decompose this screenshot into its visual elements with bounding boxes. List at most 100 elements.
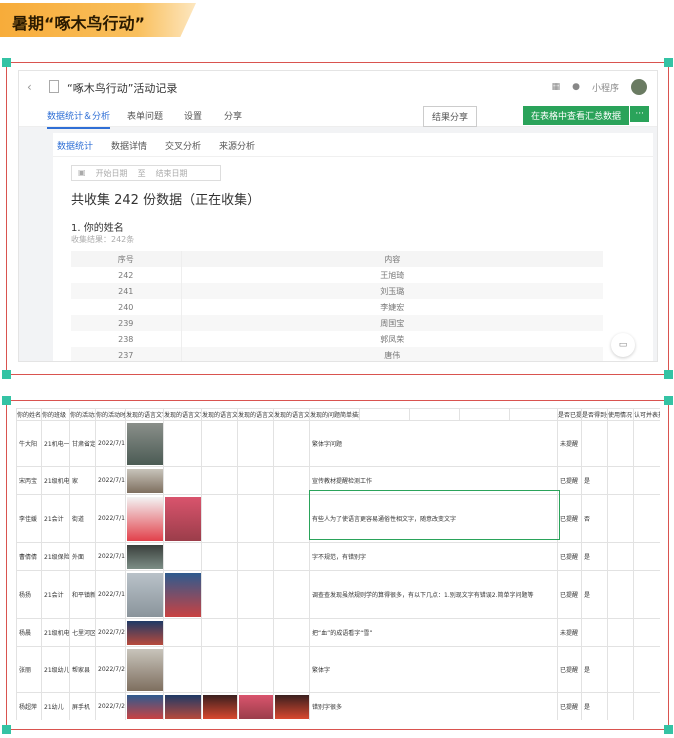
cell-name[interactable]: 李佳媛 [16,494,42,543]
cell-photo[interactable] [163,420,202,467]
cell-name[interactable]: 宋丙宝 [16,466,42,495]
photo-thumbnail[interactable] [127,620,163,645]
date-range-picker[interactable]: ▣ 开始日期 至 结束日期 [71,165,221,181]
cell-praise[interactable] [633,618,660,647]
cell-photo[interactable] [125,570,164,619]
resize-handle[interactable] [664,58,673,67]
more-button[interactable]: ··· [630,106,649,122]
cell-usage[interactable] [607,692,634,720]
tab-share[interactable]: 分享 [224,109,242,122]
cell-photo[interactable] [125,646,164,693]
cell-usage[interactable] [607,542,634,571]
cell-date[interactable]: 2022/7/18 [95,570,126,619]
chat-icon[interactable]: ● [572,82,580,92]
cell-photo[interactable] [273,494,310,543]
resize-handle[interactable] [664,370,673,379]
cell-reminded[interactable]: 已提醒 [557,466,582,495]
resize-handle[interactable] [2,58,11,67]
cell-praise[interactable] [633,466,660,495]
cell-photo[interactable] [237,494,274,543]
resize-handle[interactable] [2,396,11,405]
tab-form-questions[interactable]: 表单问题 [127,109,163,122]
mini-program-link[interactable]: 小程序 [592,81,619,94]
cell-description[interactable]: 字不规范，有错别字 [309,542,558,571]
cell-class[interactable]: 21会计 [41,570,70,619]
cell-handled[interactable]: 是 [581,542,608,571]
photo-thumbnail[interactable] [165,496,201,541]
photo-thumbnail[interactable] [165,694,201,719]
cell-photo[interactable] [201,494,238,543]
feedback-icon[interactable]: ▭ [611,333,635,357]
cell-reminded[interactable]: 已提醒 [557,542,582,571]
cell-place[interactable]: 和平镇新街 [69,570,96,619]
cell-photo[interactable] [237,692,274,720]
cell-name[interactable]: 张丽 [16,646,42,693]
cell-photo[interactable] [273,692,310,720]
cell-description[interactable]: 错别字很多 [309,692,558,720]
cell-usage[interactable] [607,466,634,495]
photo-thumbnail[interactable] [127,496,163,541]
cell-date[interactable]: 2022/7/20 [95,618,126,647]
cell-date[interactable]: 2022/7/25 [95,692,126,720]
photo-thumbnail[interactable] [127,572,163,617]
grid-icon[interactable]: ▦ [552,82,561,92]
cell-photo[interactable] [163,618,202,647]
cell-place[interactable]: 家 [69,466,96,495]
photo-thumbnail[interactable] [203,694,237,719]
cell-place[interactable]: 屏手机 [69,692,96,720]
cell-date[interactable]: 2022/7/16 [95,542,126,571]
cell-photo[interactable] [201,420,238,467]
cell-photo[interactable] [201,466,238,495]
cell-photo[interactable] [273,570,310,619]
cell-photo[interactable] [201,618,238,647]
back-icon[interactable]: ‹ [27,80,32,94]
cell-usage[interactable] [607,420,634,467]
cell-photo[interactable] [163,570,202,619]
cell-handled[interactable] [581,618,608,647]
cell-photo[interactable] [273,646,310,693]
photo-thumbnail[interactable] [127,694,163,719]
cell-photo[interactable] [201,570,238,619]
cell-name[interactable]: 牛大阳 [16,420,42,467]
resize-handle[interactable] [664,725,673,734]
cell-usage[interactable] [607,570,634,619]
cell-name[interactable]: 杨晨 [16,618,42,647]
cell-handled[interactable]: 是 [581,570,608,619]
cell-place[interactable]: 帮家县 [69,646,96,693]
cell-date[interactable]: 2022/7/25 [95,646,126,693]
cell-photo[interactable] [201,692,238,720]
tab-statistics[interactable]: 数据统计＆分析 [47,109,111,129]
cell-photo[interactable] [163,542,202,571]
cell-photo[interactable] [163,692,202,720]
photo-thumbnail[interactable] [165,572,201,617]
cell-photo[interactable] [163,494,202,543]
photo-thumbnail[interactable] [127,648,163,691]
cell-reminded[interactable]: 已提醒 [557,494,582,543]
cell-photo[interactable] [201,542,238,571]
cell-handled[interactable]: 是 [581,466,608,495]
resize-handle[interactable] [2,370,11,379]
cell-class[interactable]: 21级机电 [41,618,70,647]
cell-photo[interactable] [125,420,164,467]
cell-name[interactable]: 曹倩倩 [16,542,42,571]
cell-class[interactable]: 21级幼儿 [41,646,70,693]
cell-photo[interactable] [163,646,202,693]
cell-photo[interactable] [273,618,310,647]
cell-place[interactable]: 七里河区 [69,618,96,647]
cell-description[interactable]: 宣传教材提醒检测工作 [309,466,558,495]
cell-praise[interactable] [633,420,660,467]
cell-description[interactable]: 把“血”的成语看字“雪” [309,618,558,647]
cell-name[interactable]: 杨超萍 [16,692,42,720]
cell-reminded[interactable]: 已提醒 [557,570,582,619]
cell-usage[interactable] [607,618,634,647]
cell-photo[interactable] [237,542,274,571]
avatar[interactable] [631,79,647,95]
photo-thumbnail[interactable] [127,468,163,493]
cell-name[interactable]: 杨扬 [16,570,42,619]
tab-settings[interactable]: 设置 [184,109,202,122]
cell-photo[interactable] [125,494,164,543]
cell-description[interactable]: 有些人为了使语言更容易通俗性相文字，随意改变文字 [309,494,558,543]
cell-photo[interactable] [273,542,310,571]
cell-description[interactable]: 繁体字问题 [309,420,558,467]
photo-thumbnail[interactable] [127,422,163,465]
